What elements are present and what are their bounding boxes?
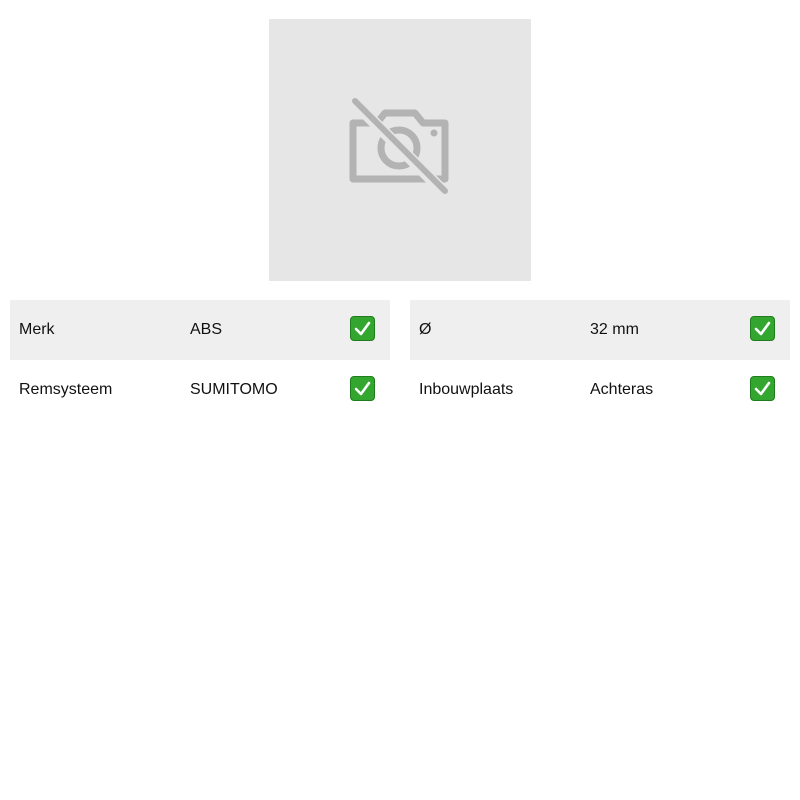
check-icon	[350, 376, 375, 401]
spec-row-remsysteem: Remsysteem SUMITOMO	[10, 360, 390, 420]
no-photo-icon	[345, 93, 455, 208]
spec-value: Achteras	[590, 381, 654, 398]
spec-label: Remsysteem	[19, 381, 113, 398]
spec-value: SUMITOMO	[190, 381, 278, 398]
spec-value: ABS	[190, 321, 223, 338]
spec-table-left: Merk ABS Remsysteem SUMITOMO	[10, 300, 390, 420]
product-image-placeholder	[269, 19, 531, 281]
spec-label: Ø	[419, 321, 432, 338]
spec-value: 32 mm	[590, 321, 639, 338]
spec-row-inbouwplaats: Inbouwplaats Achteras	[410, 360, 790, 420]
spec-row-diameter: Ø 32 mm	[410, 300, 790, 360]
spec-label: Inbouwplaats	[419, 381, 514, 398]
check-icon	[750, 316, 775, 341]
check-icon	[750, 376, 775, 401]
spec-row-merk: Merk ABS	[10, 300, 390, 360]
check-icon	[350, 316, 375, 341]
spec-label: Merk	[19, 321, 55, 338]
spec-table-right: Ø 32 mm Inbouwplaats Achteras	[410, 300, 790, 420]
